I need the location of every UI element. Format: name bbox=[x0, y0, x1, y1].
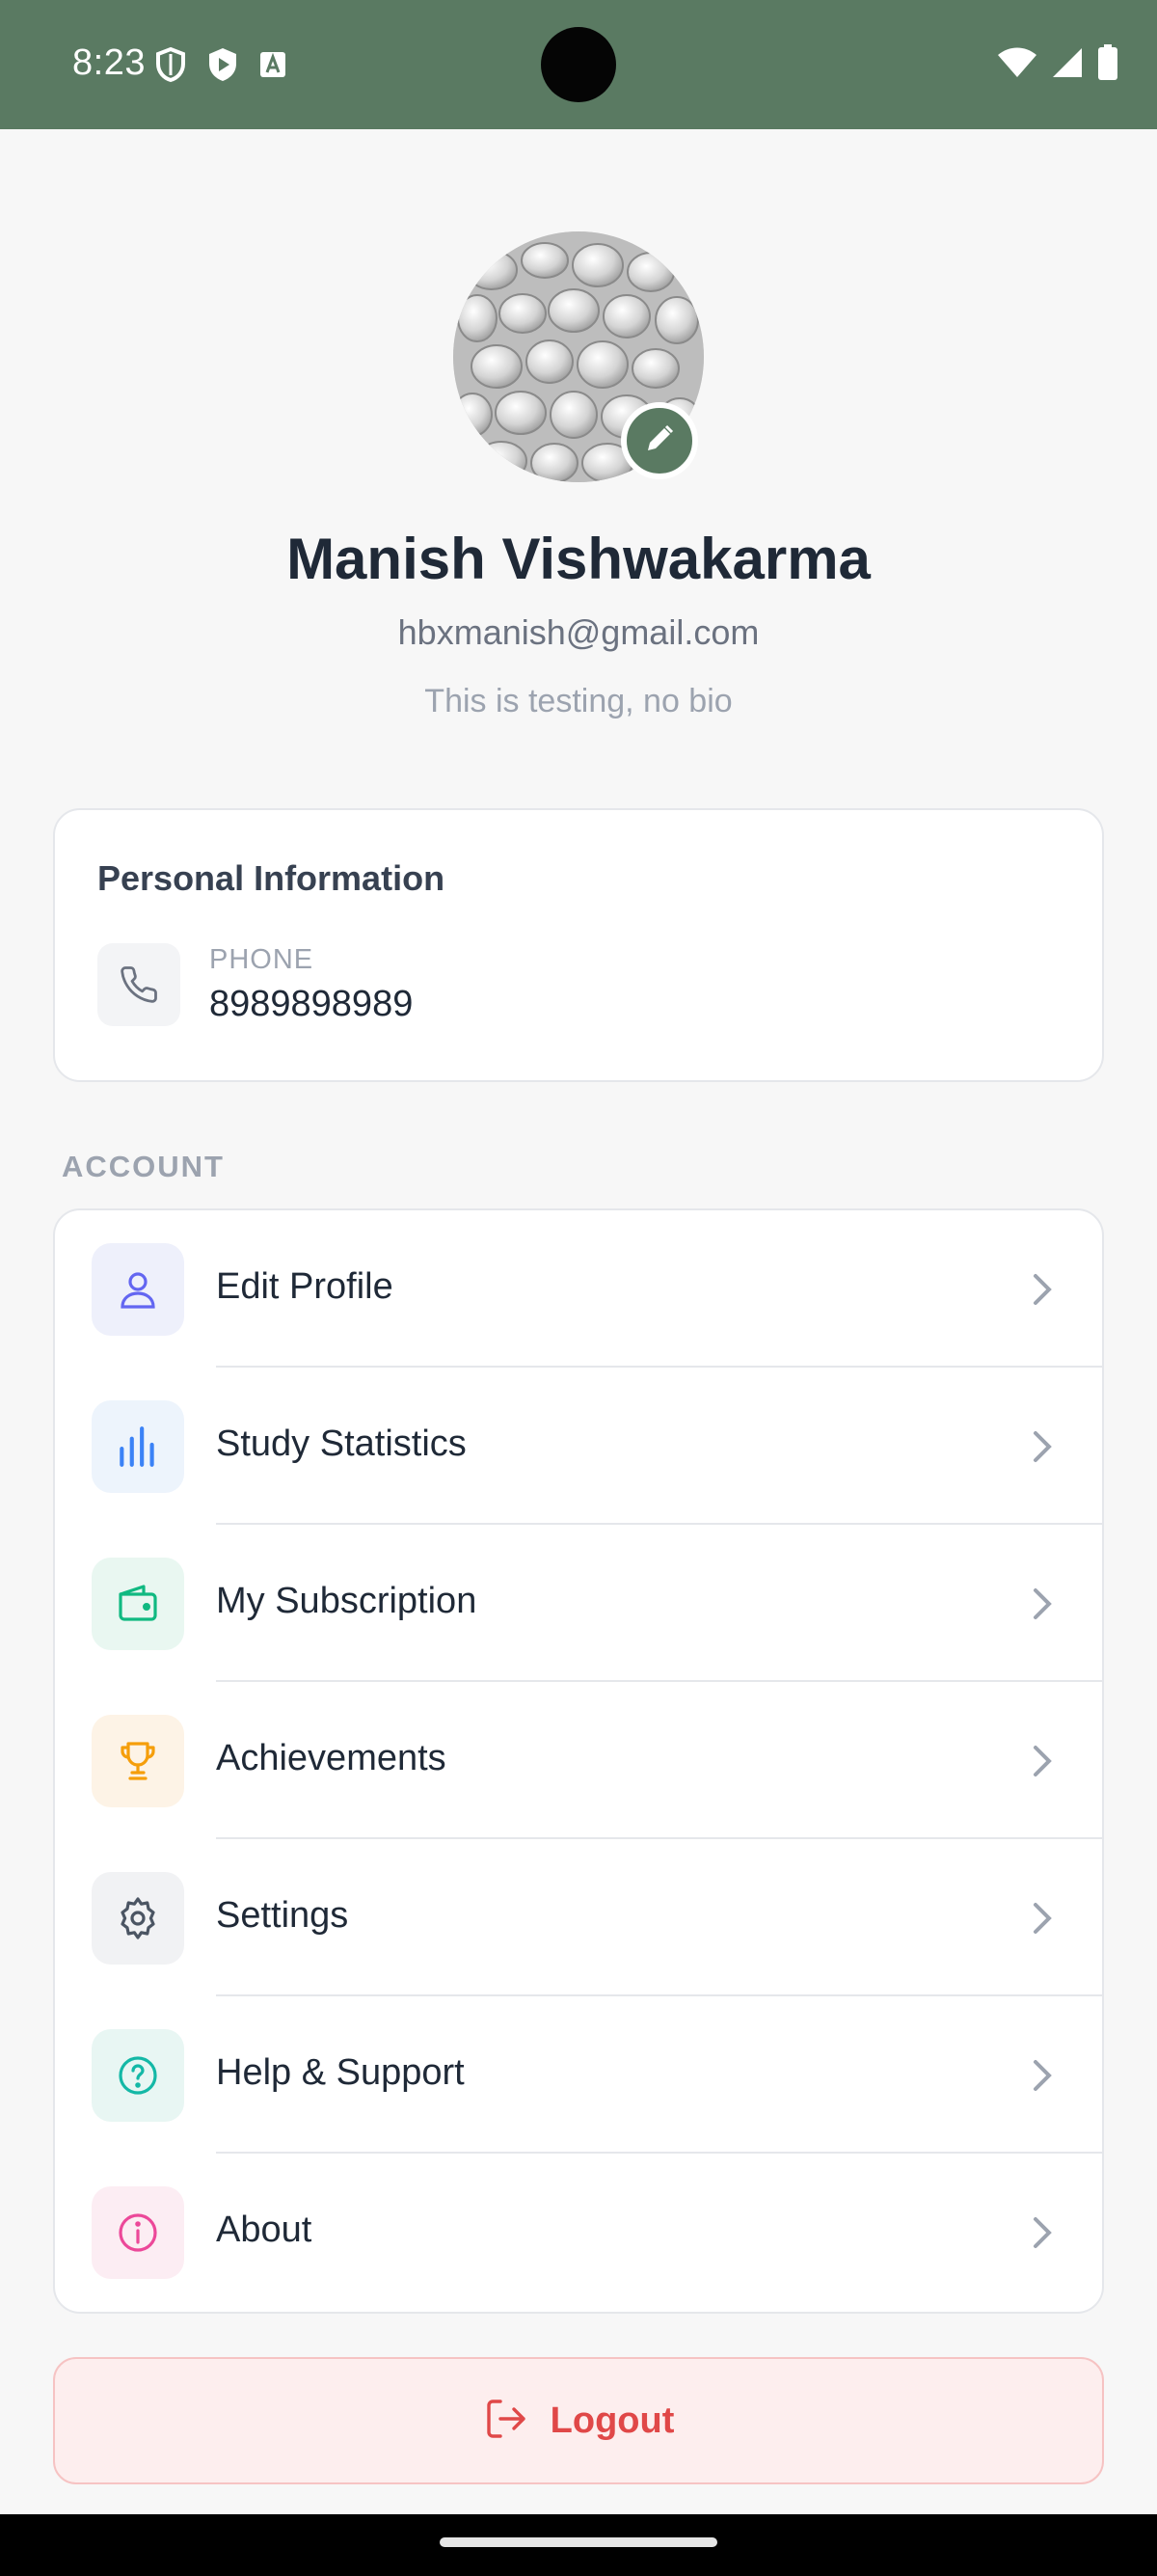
account-menu-card: Edit Profile Study Statistics My Subscri… bbox=[53, 1208, 1104, 2314]
profile-email: hbxmanish@gmail.com bbox=[397, 612, 760, 652]
personal-information-card: Personal Information PHONE 8989898989 bbox=[53, 808, 1104, 1082]
status-icons-right bbox=[997, 44, 1118, 86]
menu-item-label: My Subscription bbox=[216, 1581, 477, 1621]
logout-icon bbox=[483, 2396, 529, 2447]
chevron-right-icon bbox=[1025, 1427, 1060, 1466]
logout-label: Logout bbox=[550, 2400, 675, 2441]
logout-button[interactable]: Logout bbox=[53, 2357, 1104, 2484]
menu-item-label: Settings bbox=[216, 1895, 349, 1936]
phone-value: 8989898989 bbox=[209, 984, 414, 1024]
font-a-icon bbox=[258, 50, 287, 84]
status-icons-left bbox=[154, 46, 287, 88]
status-bar: 8:23 bbox=[0, 0, 1157, 129]
signal-icon bbox=[1051, 46, 1084, 84]
help-circle-icon bbox=[92, 2029, 184, 2122]
wifi-icon bbox=[997, 46, 1037, 84]
menu-item-label: Study Statistics bbox=[216, 1424, 467, 1464]
phone-label: PHONE bbox=[209, 944, 314, 975]
menu-item-study-statistics[interactable]: Study Statistics bbox=[55, 1368, 1102, 1525]
chevron-right-icon bbox=[1025, 1742, 1060, 1780]
chevron-right-icon bbox=[1025, 2213, 1060, 2252]
personal-information-title: Personal Information bbox=[97, 858, 445, 898]
menu-item-label: Edit Profile bbox=[216, 1266, 393, 1307]
profile-name: Manish Vishwakarma bbox=[286, 527, 871, 591]
menu-item-help-support[interactable]: Help & Support bbox=[55, 1996, 1102, 2154]
menu-item-edit-profile[interactable]: Edit Profile bbox=[55, 1210, 1102, 1368]
menu-item-my-subscription[interactable]: My Subscription bbox=[55, 1525, 1102, 1682]
user-icon bbox=[92, 1243, 184, 1336]
shield-outline-icon bbox=[154, 46, 187, 88]
chevron-right-icon bbox=[1025, 1585, 1060, 1623]
trophy-icon bbox=[92, 1715, 184, 1807]
account-section-label: ACCOUNT bbox=[62, 1150, 225, 1183]
system-navigation-bar bbox=[0, 2514, 1157, 2576]
camera-cutout bbox=[541, 27, 616, 102]
gear-icon bbox=[92, 1872, 184, 1965]
profile-bio: This is testing, no bio bbox=[424, 683, 733, 719]
pencil-icon bbox=[643, 422, 676, 460]
battery-icon bbox=[1097, 44, 1118, 86]
home-gesture-handle[interactable] bbox=[440, 2537, 717, 2547]
menu-item-label: Help & Support bbox=[216, 2052, 465, 2093]
edit-avatar-button[interactable] bbox=[621, 402, 698, 479]
play-shield-icon bbox=[206, 46, 239, 88]
status-time: 8:23 bbox=[72, 42, 146, 83]
chevron-right-icon bbox=[1025, 1270, 1060, 1309]
menu-item-label: Achievements bbox=[216, 1738, 446, 1778]
bar-chart-icon bbox=[92, 1400, 184, 1493]
chevron-right-icon bbox=[1025, 1899, 1060, 1938]
phone-icon bbox=[97, 943, 180, 1026]
menu-item-achievements[interactable]: Achievements bbox=[55, 1682, 1102, 1839]
menu-item-settings[interactable]: Settings bbox=[55, 1839, 1102, 1996]
wallet-icon bbox=[92, 1558, 184, 1650]
info-circle-icon bbox=[92, 2186, 184, 2279]
menu-item-about[interactable]: About bbox=[55, 2154, 1102, 2311]
avatar-container[interactable] bbox=[453, 231, 704, 482]
chevron-right-icon bbox=[1025, 2056, 1060, 2095]
menu-item-label: About bbox=[216, 2210, 312, 2250]
